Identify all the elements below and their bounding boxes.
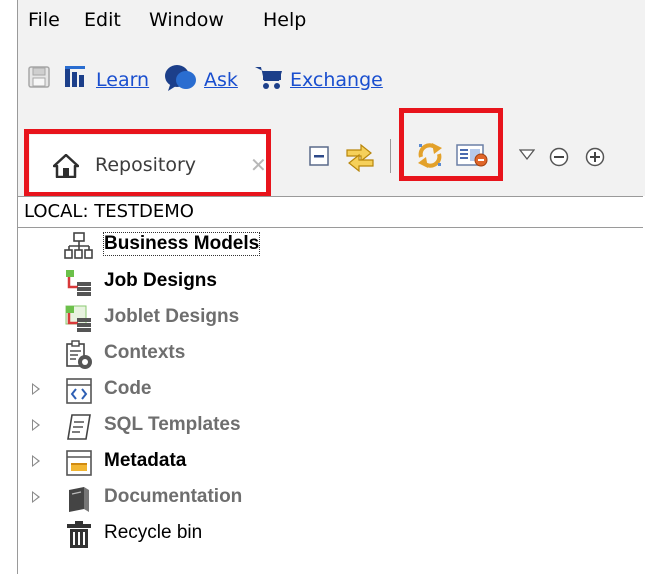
menu-bar: File Edit Window Help: [18, 0, 645, 44]
tree-root[interactable]: LOCAL: TESTDEMO: [18, 196, 643, 228]
root-label: LOCAL: TESTDEMO: [24, 201, 194, 222]
tree-item-sql-templates[interactable]: SQL Templates: [18, 410, 618, 444]
highlight-box-tab: [24, 129, 271, 197]
view-header: Repository ✕: [18, 108, 645, 197]
tree-item-documentation[interactable]: Documentation: [18, 482, 618, 516]
contexts-icon: [66, 340, 92, 369]
tree-item-label: Business Models: [102, 232, 261, 256]
expand-arrow-icon[interactable]: [32, 455, 40, 467]
menu-file[interactable]: File: [28, 9, 60, 31]
tree-item-joblet-designs[interactable]: Joblet Designs: [18, 302, 618, 336]
metadata-icon: [66, 450, 92, 476]
recycle-bin-icon: [67, 521, 91, 548]
ask-icon[interactable]: [164, 63, 198, 91]
tree-item-code[interactable]: Code: [18, 374, 618, 408]
tree-item-label: Recycle bin: [104, 522, 203, 543]
sql-templates-icon: [67, 414, 91, 440]
business-models-icon: [64, 232, 93, 259]
expand-arrow-icon[interactable]: [32, 383, 40, 395]
link-with-editor-icon[interactable]: [343, 140, 377, 172]
expand-arrow-icon[interactable]: [32, 491, 40, 503]
save-icon[interactable]: [28, 66, 50, 88]
tree-item-label: Job Designs: [104, 270, 217, 291]
tree-item-business-models[interactable]: Business Models: [18, 229, 618, 263]
learn-link[interactable]: Learn: [96, 69, 149, 91]
tree-item-label: Code: [104, 378, 152, 399]
maximize-icon[interactable]: [584, 146, 606, 168]
tree-item-job-designs[interactable]: Job Designs: [18, 266, 618, 300]
tree-item-label: Joblet Designs: [104, 306, 240, 327]
toolbar-separator: [390, 139, 391, 173]
view-menu-icon[interactable]: [519, 149, 535, 161]
expand-arrow-icon[interactable]: [32, 419, 40, 431]
exchange-link[interactable]: Exchange: [290, 69, 383, 91]
tree-item-label: SQL Templates: [104, 414, 241, 435]
job-designs-icon: [66, 270, 91, 296]
minimize-icon[interactable]: [548, 146, 570, 168]
tree-item-label: Metadata: [104, 450, 187, 471]
tree-item-label: Contexts: [104, 342, 186, 363]
tree-item-contexts[interactable]: Contexts: [18, 338, 618, 372]
main-toolbar: Learn Ask Exchange: [18, 44, 645, 118]
ask-link[interactable]: Ask: [204, 69, 238, 91]
highlight-box-actions: [399, 108, 503, 181]
collapse-all-icon[interactable]: [308, 145, 330, 167]
exchange-cart-icon[interactable]: [254, 65, 284, 91]
tree-item-label: Documentation: [104, 486, 243, 507]
joblet-designs-icon: [65, 305, 91, 332]
documentation-icon: [69, 487, 89, 512]
repository-tree: LOCAL: TESTDEMO Business Models Job Desi…: [18, 196, 645, 574]
menu-window[interactable]: Window: [149, 9, 224, 31]
menu-help[interactable]: Help: [263, 9, 306, 31]
menu-edit[interactable]: Edit: [84, 9, 121, 31]
code-icon: [66, 378, 92, 404]
tree-item-metadata[interactable]: Metadata: [18, 446, 618, 480]
learn-icon[interactable]: [64, 66, 90, 90]
tree-item-recycle-bin[interactable]: Recycle bin: [18, 518, 618, 552]
application-window: File Edit Window Help Learn Ask Exchange…: [17, 0, 645, 574]
